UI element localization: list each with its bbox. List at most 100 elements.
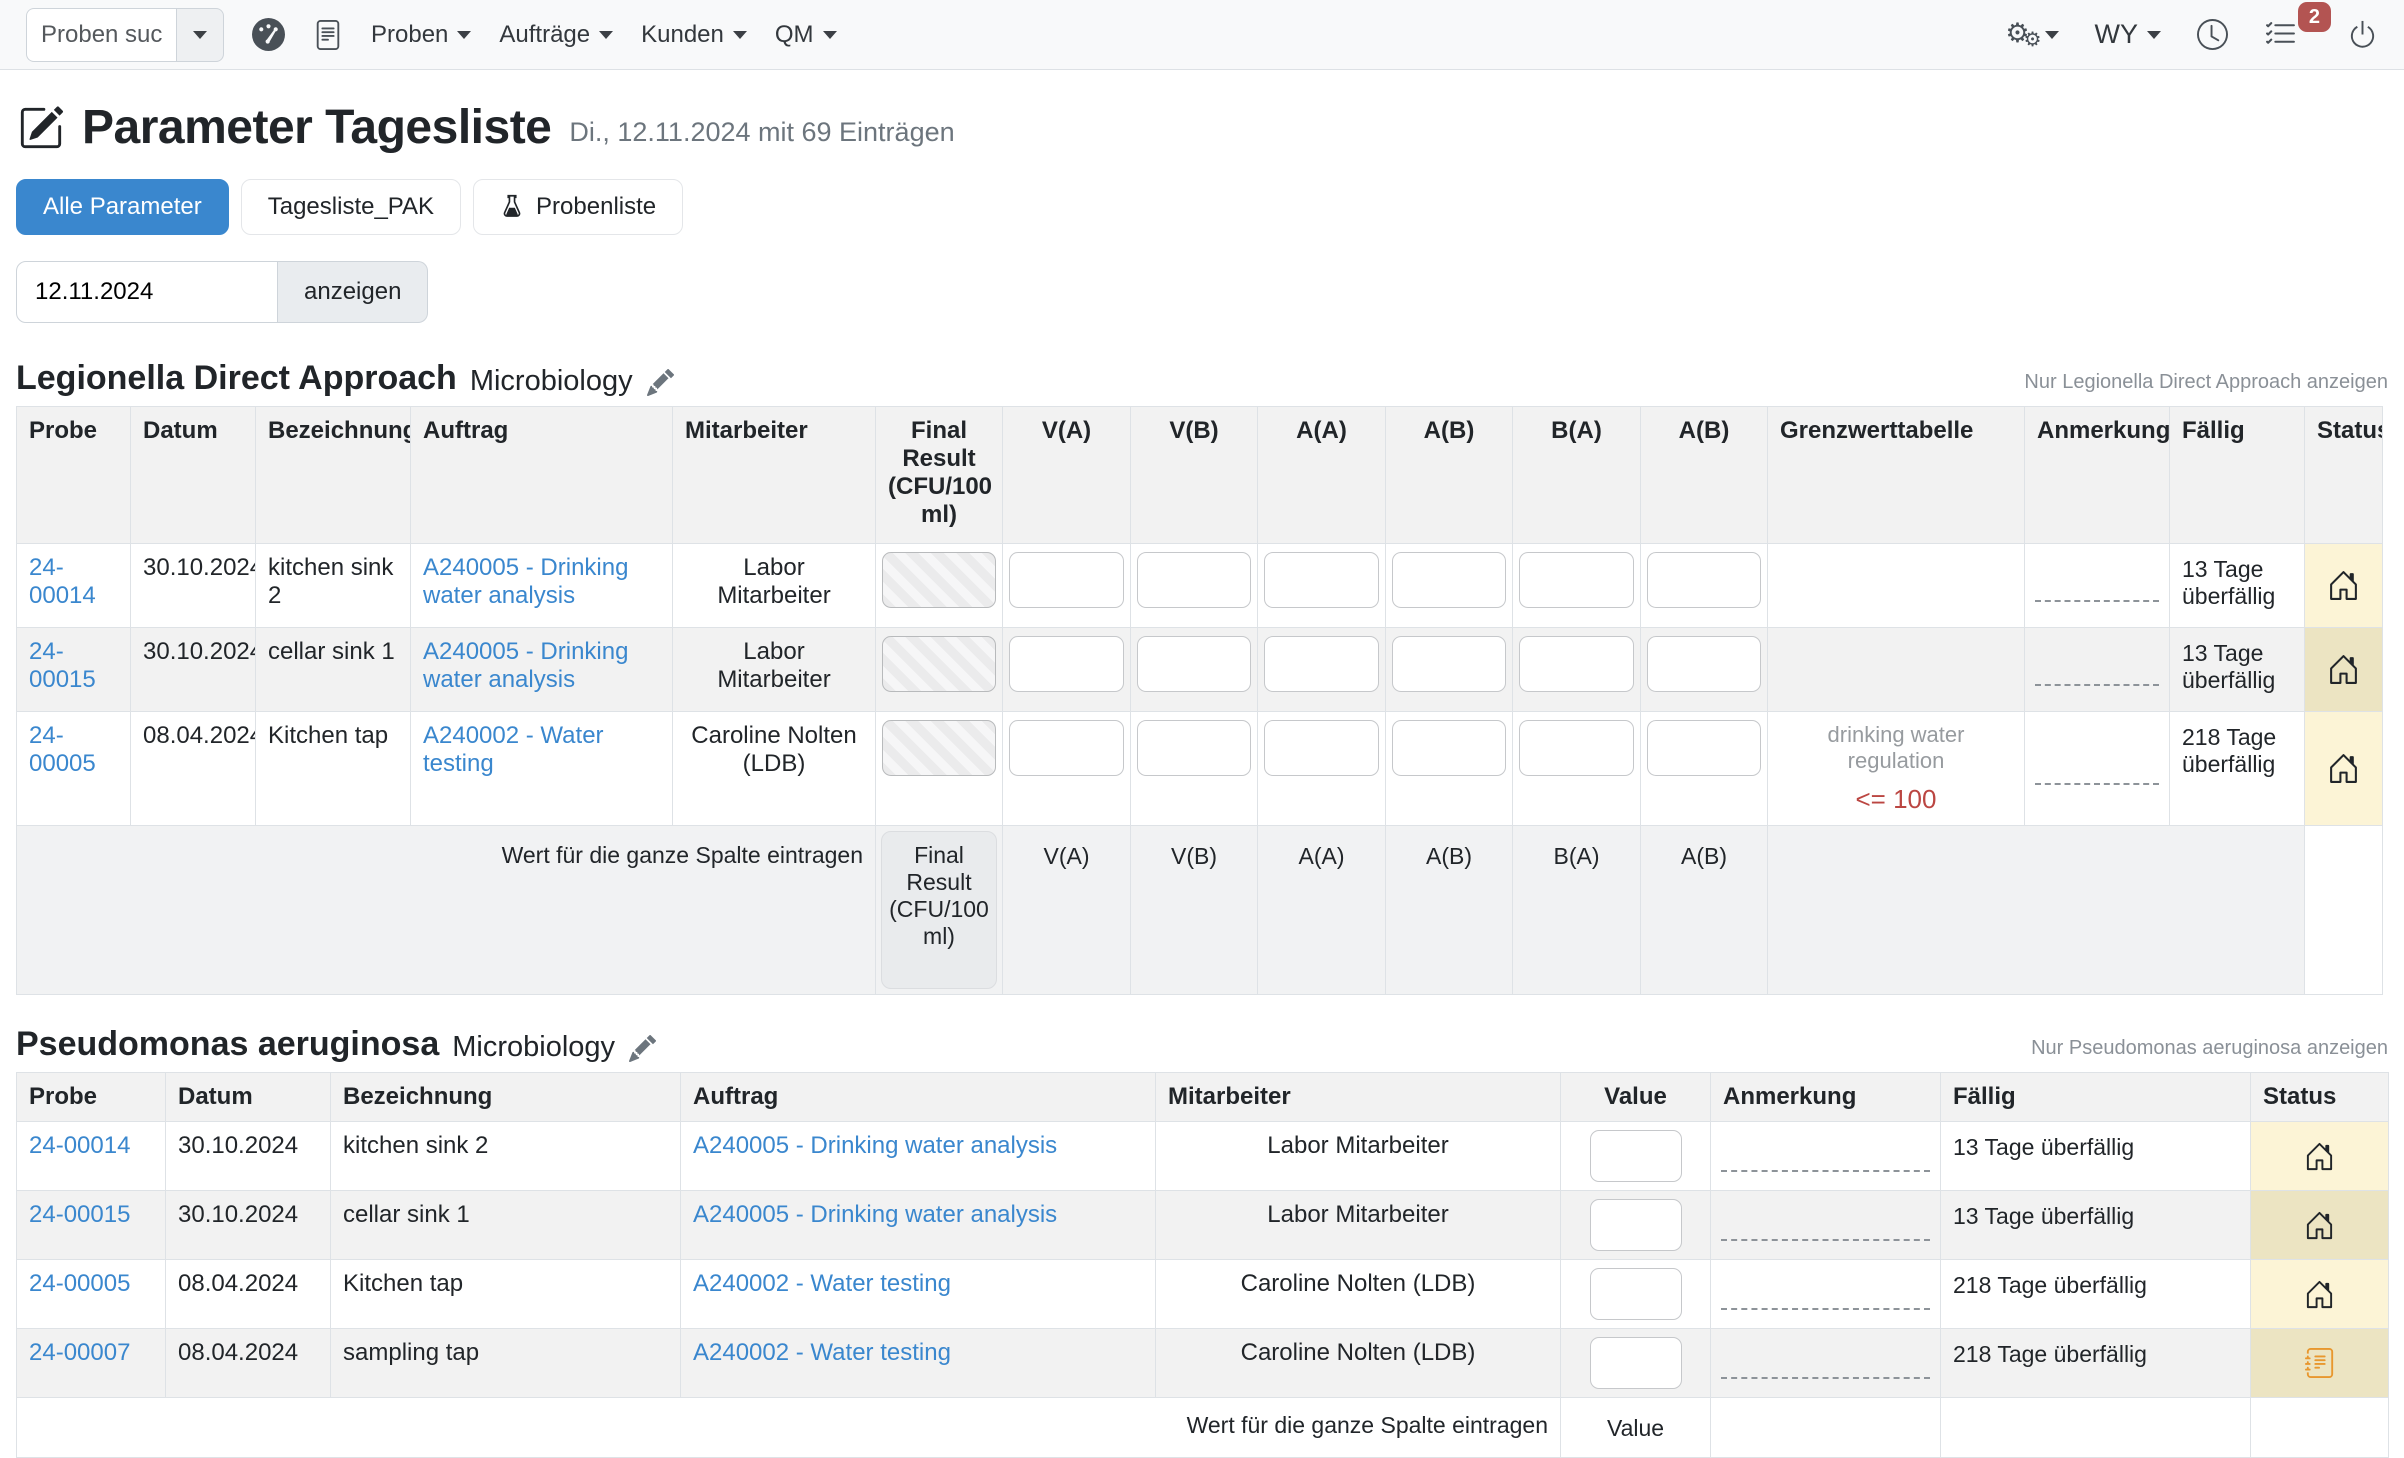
ba-input[interactable] [1519,636,1634,692]
fill-va-button[interactable]: V(A) [1038,842,1096,871]
pencil-icon[interactable] [629,1035,656,1062]
fill-ab2-button[interactable]: A(B) [1675,842,1733,871]
dashboard-button[interactable] [252,18,285,51]
navbar-right: ⚙⚙ WY 2 [2005,18,2378,52]
ba-input[interactable] [1519,552,1634,608]
anmerkung-input[interactable] [2035,656,2159,686]
auftrag-link[interactable]: A240002 - Water testing [693,1339,951,1366]
vb-input[interactable] [1137,636,1251,692]
col-faellig: Fällig [1941,1073,2251,1122]
date-input[interactable] [16,261,278,323]
col-status: Status [2251,1073,2389,1122]
footer-spacer [1768,826,2305,995]
menu-kunden[interactable]: Kunden [641,21,747,49]
power-icon [2347,19,2378,50]
tab-probenliste[interactable]: Probenliste [473,179,683,235]
vb-input[interactable] [1137,552,1251,608]
mitarbeiter-cell: Labor Mitarbeiter [673,544,876,628]
documents-button[interactable] [313,20,343,50]
settings-menu[interactable]: ⚙⚙ [2005,18,2058,52]
anmerkung-input[interactable] [2035,572,2159,602]
ab2-input[interactable] [1647,636,1761,692]
fill-vb-button[interactable]: V(B) [1165,842,1223,871]
ab2-input[interactable] [1647,720,1761,776]
ab-input[interactable] [1392,720,1506,776]
tab-alle-parameter[interactable]: Alle Parameter [16,179,229,235]
probe-link[interactable]: 24-00005 [29,1270,130,1297]
aa-input[interactable] [1264,720,1379,776]
menu-auftraege[interactable]: Aufträge [499,21,613,49]
legionella-only-link[interactable]: Nur Legionella Direct Approach anzeigen [2024,371,2388,394]
va-input[interactable] [1009,720,1124,776]
logout-button[interactable] [2347,19,2378,50]
auftrag-link[interactable]: A240005 - Drinking water analysis [423,554,628,609]
ba-input[interactable] [1519,720,1634,776]
fill-aa-button[interactable]: A(A) [1293,842,1351,871]
probe-link[interactable]: 24-00005 [29,722,96,777]
tab-tagesliste-pak[interactable]: Tagesliste_PAK [241,179,461,235]
anmerkung-input[interactable] [1721,1142,1930,1172]
probe-link[interactable]: 24-00014 [29,1132,130,1159]
value-input[interactable] [1590,1130,1682,1182]
caret-down-icon [2147,31,2161,39]
auftrag-link[interactable]: A240002 - Water testing [693,1270,951,1297]
speedometer-icon [252,18,285,51]
fill-value-button[interactable]: Value [1601,1414,1670,1443]
auftrag-link[interactable]: A240005 - Drinking water analysis [423,638,628,693]
col-auftrag: Auftrag [681,1073,1156,1122]
vb-input[interactable] [1137,720,1251,776]
col-ab2: A(B) [1641,407,1768,544]
probe-link[interactable]: 24-00015 [29,638,96,693]
history-button[interactable] [2197,19,2228,50]
house-icon [2327,752,2360,785]
auftrag-link[interactable]: A240002 - Water testing [423,722,604,777]
value-input[interactable] [1590,1337,1682,1389]
faellig-cell: 13 Tage überfällig [2170,628,2305,712]
ab-input[interactable] [1392,552,1506,608]
final-result-input-disabled [882,552,996,608]
anmerkung-input[interactable] [1721,1280,1930,1310]
menu-proben-label: Proben [371,21,448,49]
probe-link[interactable]: 24-00014 [29,554,96,609]
anmerkung-input[interactable] [1721,1349,1930,1379]
house-icon [2327,653,2360,686]
fill-ab-button[interactable]: A(B) [1420,842,1478,871]
ab2-input[interactable] [1647,552,1761,608]
probe-link[interactable]: 24-00015 [29,1201,130,1228]
pencil-icon[interactable] [647,369,674,396]
final-result-input-disabled [882,636,996,692]
value-input[interactable] [1590,1199,1682,1251]
page-title: Parameter Tagesliste [82,100,551,155]
va-input[interactable] [1009,636,1124,692]
auftrag-link[interactable]: A240005 - Drinking water analysis [693,1201,1057,1228]
pseudomonas-only-link[interactable]: Nur Pseudomonas aeruginosa anzeigen [2031,1037,2388,1060]
datum-cell: 30.10.2024 [131,628,256,712]
fill-ba-button[interactable]: B(A) [1548,842,1606,871]
mitarbeiter-cell: Caroline Nolten (LDB) [1156,1260,1561,1329]
auftrag-link[interactable]: A240005 - Drinking water analysis [693,1132,1057,1159]
legionella-section-header: Legionella Direct Approach Microbiology … [16,359,2388,398]
menu-proben[interactable]: Proben [371,21,471,49]
faellig-cell: 13 Tage überfällig [1941,1191,2251,1260]
ab-input[interactable] [1392,636,1506,692]
bezeichnung-cell: sampling tap [331,1329,681,1398]
probe-link[interactable]: 24-00007 [29,1339,130,1366]
legionella-header-row: Probe Datum Bezeichnung Auftrag Mitarbei… [17,407,2383,544]
user-menu[interactable]: WY [2095,19,2162,50]
bezeichnung-cell: Kitchen tap [256,712,411,826]
anmerkung-input[interactable] [1721,1211,1930,1241]
mitarbeiter-cell: Labor Mitarbeiter [1156,1122,1561,1191]
aa-input[interactable] [1264,636,1379,692]
show-button[interactable]: anzeigen [278,261,428,323]
tasks-button[interactable]: 2 [2264,18,2297,51]
aa-input[interactable] [1264,552,1379,608]
search-dropdown-button[interactable] [176,8,224,62]
anmerkung-input[interactable] [2035,755,2159,785]
fill-final-result-button[interactable]: Final Result (CFU/100 ml) [881,831,997,989]
table-row: 24-00007 08.04.2024 sampling tap A240002… [17,1329,2389,1398]
value-input[interactable] [1590,1268,1682,1320]
menu-qm[interactable]: QM [775,21,837,49]
va-input[interactable] [1009,552,1124,608]
search-input[interactable] [26,8,176,62]
status-cell [2251,1260,2389,1329]
